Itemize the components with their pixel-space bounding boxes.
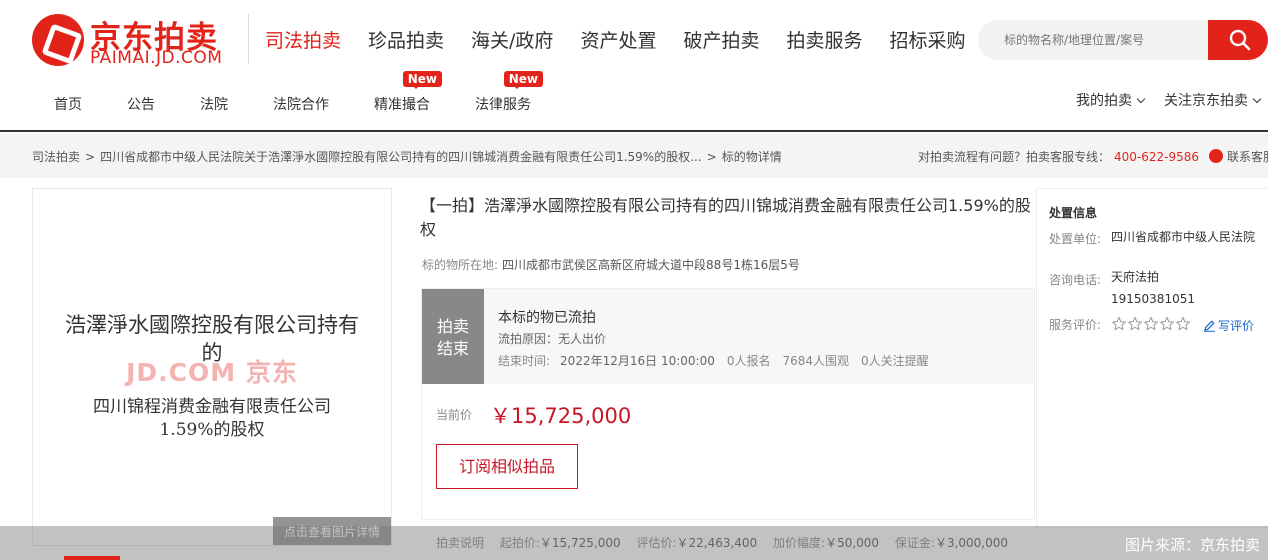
nav-bankruptcy-auction[interactable]: 破产拍卖 bbox=[683, 26, 759, 53]
nav-treasure-auction[interactable]: 珍品拍卖 bbox=[368, 26, 444, 53]
status-tag-label: 拍卖结束 bbox=[436, 317, 469, 358]
subnav-court[interactable]: 法院 bbox=[200, 94, 228, 114]
search-box bbox=[978, 20, 1268, 60]
new-badge: New bbox=[402, 71, 442, 89]
subnav-court-label: 法院 bbox=[200, 97, 228, 113]
item-image[interactable]: 浩澤淨水國際控股有限公司持有的 JD.COM 京东 四川锦程消费金融有限责任公司… bbox=[32, 188, 392, 546]
nav-tender-procurement[interactable]: 招标采购 bbox=[889, 26, 965, 53]
breadcrumb-bar: 司法拍卖 > 四川省成都市中级人民法院关于浩澤淨水國際控股有限公司持有的四川锦城消费… bbox=[0, 134, 1268, 178]
signup-count: 0人报名 bbox=[726, 354, 771, 368]
status-message: 本标的物已流拍 bbox=[498, 310, 596, 326]
search-icon bbox=[1229, 29, 1251, 51]
location-value: 四川成都市武侯区高新区府城大道中段88号1栋16层5号 bbox=[502, 258, 800, 272]
reminder-count: 0人关注提醒 bbox=[861, 354, 929, 368]
chevron-down-icon bbox=[1252, 94, 1262, 104]
jd-paimai-logo[interactable]: 京东拍卖 PAIMAI.JD.COM bbox=[32, 12, 232, 68]
current-price-value: ￥15,725,000 bbox=[490, 404, 632, 428]
page: 京东拍卖 PAIMAI.JD.COM 司法拍卖 珍品拍卖 海关/政府 资产处置 … bbox=[0, 0, 1268, 560]
contact-service-link[interactable]: 联系客服 bbox=[1209, 149, 1268, 164]
subnav-notice-label: 公告 bbox=[127, 97, 155, 113]
site-header: 京东拍卖 PAIMAI.JD.COM 司法拍卖 珍品拍卖 海关/政府 资产处置 … bbox=[0, 0, 1268, 132]
my-auction-label: 我的拍卖 bbox=[1076, 93, 1132, 109]
item-location: 标的物所在地: 四川成都市武侯区高新区府城大道中段88号1栋16层5号 bbox=[422, 256, 800, 273]
follow-jd-auction-dropdown[interactable]: 关注京东拍卖 bbox=[1164, 90, 1262, 110]
end-time-label: 结束时间: bbox=[498, 354, 551, 368]
new-badge: New bbox=[503, 71, 543, 89]
help-hotline: 对拍卖流程有问题？拍卖客服专线：400-622-9586 联系客服 bbox=[918, 148, 1268, 165]
subscribe-similar-button[interactable]: 订阅相似拍品 bbox=[436, 444, 578, 489]
follow-label: 关注京东拍卖 bbox=[1164, 93, 1248, 109]
nav-judicial-auction[interactable]: 司法拍卖 bbox=[265, 26, 341, 53]
nav-customs-government[interactable]: 海关/政府 bbox=[471, 26, 553, 53]
star-icon[interactable] bbox=[1127, 316, 1143, 332]
status-meta: 结束时间: 2022年12月16日 10:00:00 0人报名 7684人围观 0人关注… bbox=[498, 352, 929, 369]
disposal-unit-label: 处置单位: bbox=[1049, 232, 1102, 246]
subnav-precise-matching[interactable]: 精准撮合 New bbox=[374, 71, 442, 114]
star-icon[interactable] bbox=[1159, 316, 1175, 332]
breadcrumb-announcement[interactable]: 四川省成都市中级人民法院关于浩澤淨水國際控股有限公司持有的四川锦城消费金融有限责… bbox=[100, 150, 702, 164]
subnav-legal-service-label: 法律服务 bbox=[475, 97, 531, 113]
subnav-precise-matching-label: 精准撮合 bbox=[374, 97, 430, 113]
main-nav: 司法拍卖 珍品拍卖 海关/政府 资产处置 破产拍卖 拍卖服务 招标采购 bbox=[265, 26, 993, 53]
logo-text-en: PAIMAI.JD.COM bbox=[90, 48, 223, 68]
service-rating-label: 服务评价: bbox=[1049, 318, 1102, 332]
customer-service-icon bbox=[1209, 149, 1224, 163]
chevron-down-icon bbox=[1136, 94, 1146, 104]
location-label: 标的物所在地: bbox=[422, 258, 499, 272]
auction-status-card: 拍卖结束 本标的物已流拍 流拍原因：无人出价 结束时间: 2022年12月16日 … bbox=[421, 288, 1035, 520]
subnav-notice[interactable]: 公告 bbox=[127, 94, 155, 114]
contact-service-label: 联系客服 bbox=[1227, 150, 1268, 164]
subnav-home[interactable]: 首页 bbox=[54, 94, 82, 114]
status-section: 拍卖结束 本标的物已流拍 流拍原因：无人出价 结束时间: 2022年12月16日 … bbox=[422, 289, 1034, 384]
failure-reason: 流拍原因：无人出价 bbox=[498, 332, 607, 346]
help-question: 对拍卖流程有问题？拍卖客服专线： bbox=[918, 150, 1111, 164]
panel-title: 处置信息 bbox=[1049, 206, 1098, 220]
star-icon[interactable] bbox=[1143, 316, 1159, 332]
breadcrumb-separator: > bbox=[85, 150, 96, 164]
image-text-asset: 四川锦程消费金融有限责任公司1.59%的股权 bbox=[93, 397, 331, 440]
search-input[interactable] bbox=[978, 20, 1210, 60]
current-price-label: 当前价 bbox=[436, 408, 473, 422]
sub-nav: 首页 公告 法院 法院合作 精准撮合 New 法律服务 New bbox=[54, 71, 576, 114]
breadcrumb-judicial[interactable]: 司法拍卖 bbox=[32, 150, 80, 164]
disposal-unit-value[interactable]: 四川省成都市中级人民法院 bbox=[1111, 229, 1261, 246]
subnav-court-cooperation[interactable]: 法院合作 bbox=[273, 94, 329, 114]
write-review-label: 写评价 bbox=[1218, 319, 1255, 333]
star-icon[interactable] bbox=[1175, 316, 1191, 332]
end-time-value: 2022年12月16日 10:00:00 bbox=[560, 354, 715, 368]
consult-phone-name: 天府法拍 bbox=[1111, 270, 1160, 284]
consult-phone-number: 19150381051 bbox=[1111, 292, 1195, 306]
edit-icon bbox=[1204, 320, 1215, 332]
nav-auction-service[interactable]: 拍卖服务 bbox=[786, 26, 862, 53]
item-title: 【一拍】浩澤淨水國際控股有限公司持有的四川锦城消费金融有限责任公司1.59%的股… bbox=[420, 196, 1031, 239]
breadcrumb: 司法拍卖 > 四川省成都市中级人民法院关于浩澤淨水國際控股有限公司持有的四川锦城消费… bbox=[32, 148, 782, 165]
nav-asset-disposal[interactable]: 资产处置 bbox=[580, 26, 656, 53]
active-tab-indicator bbox=[64, 556, 120, 560]
jd-watermark: JD.COM 京东 bbox=[126, 358, 298, 387]
subnav-home-label: 首页 bbox=[54, 97, 82, 113]
subnav-legal-service[interactable]: 法律服务 New bbox=[475, 71, 543, 114]
breadcrumb-current: 标的物详情 bbox=[721, 150, 782, 164]
disposal-info-panel: 处置信息 处置单位: 四川省成都市中级人民法院 咨询电话: 天府法拍 19150… bbox=[1036, 188, 1268, 528]
image-source: 图片来源：京东拍卖 bbox=[1124, 536, 1260, 554]
hotline-number: 400-622-9586 bbox=[1114, 150, 1200, 164]
write-review-link[interactable]: 写评价 bbox=[1203, 317, 1254, 334]
logo-divider bbox=[248, 14, 249, 64]
auction-ended-tag: 拍卖结束 bbox=[422, 289, 484, 384]
search-button[interactable] bbox=[1208, 20, 1268, 60]
my-auction-dropdown[interactable]: 我的拍卖 bbox=[1076, 90, 1146, 110]
header-right-links: 我的拍卖 关注京东拍卖 bbox=[1056, 90, 1262, 110]
image-caption-overlay bbox=[0, 526, 1268, 560]
rating-stars[interactable] bbox=[1111, 316, 1191, 332]
watcher-count: 7684人围观 bbox=[782, 354, 850, 368]
subnav-court-cooperation-label: 法院合作 bbox=[273, 97, 329, 113]
consult-phone-label: 咨询电话: bbox=[1049, 273, 1102, 287]
star-icon[interactable] bbox=[1111, 316, 1127, 332]
jd-logo-icon bbox=[32, 14, 84, 66]
breadcrumb-separator: > bbox=[706, 150, 717, 164]
